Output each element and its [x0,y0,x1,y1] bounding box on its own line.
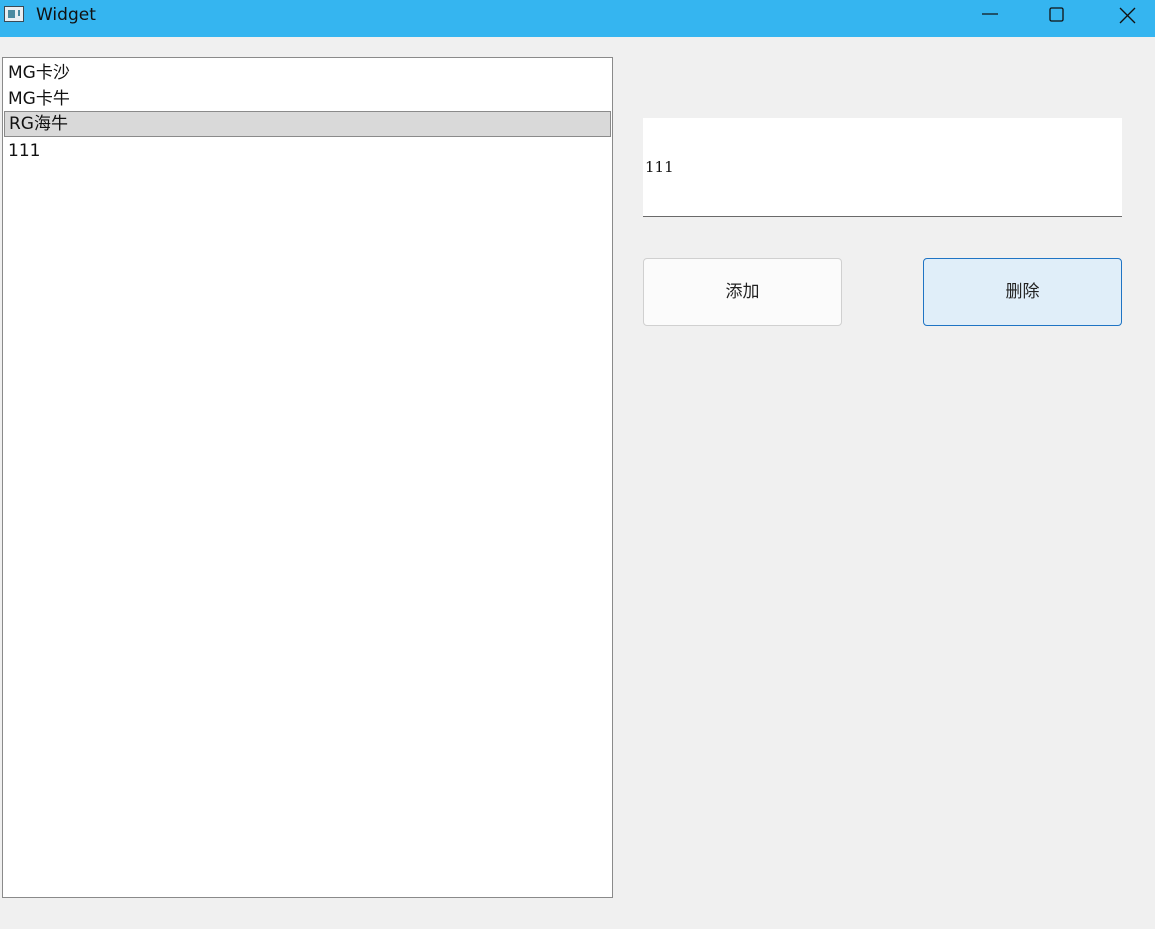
list-item-selected[interactable]: RG海牛 [4,111,611,137]
text-input-container [643,118,1122,217]
add-button[interactable]: 添加 [643,258,842,326]
maximize-icon [1049,7,1064,22]
close-icon [1119,7,1136,24]
list-item[interactable]: MG卡沙 [4,60,611,86]
minimize-button[interactable] [962,0,1018,30]
list-item[interactable]: 111 [4,138,611,164]
list-item[interactable]: MG卡牛 [4,86,611,112]
close-button[interactable] [1100,0,1155,30]
window-title: Widget [36,5,96,25]
item-list[interactable]: MG卡沙 MG卡牛 RG海牛 111 [2,57,613,898]
maximize-button[interactable] [1029,0,1085,30]
text-input[interactable] [645,156,1115,178]
app-window: Widget MG卡沙 MG卡牛 RG海牛 111 添加 删除 [0,0,1155,929]
delete-button[interactable]: 删除 [923,258,1122,326]
title-bar[interactable]: Widget [0,0,1155,37]
app-icon [4,6,24,22]
minimize-icon [982,13,998,15]
